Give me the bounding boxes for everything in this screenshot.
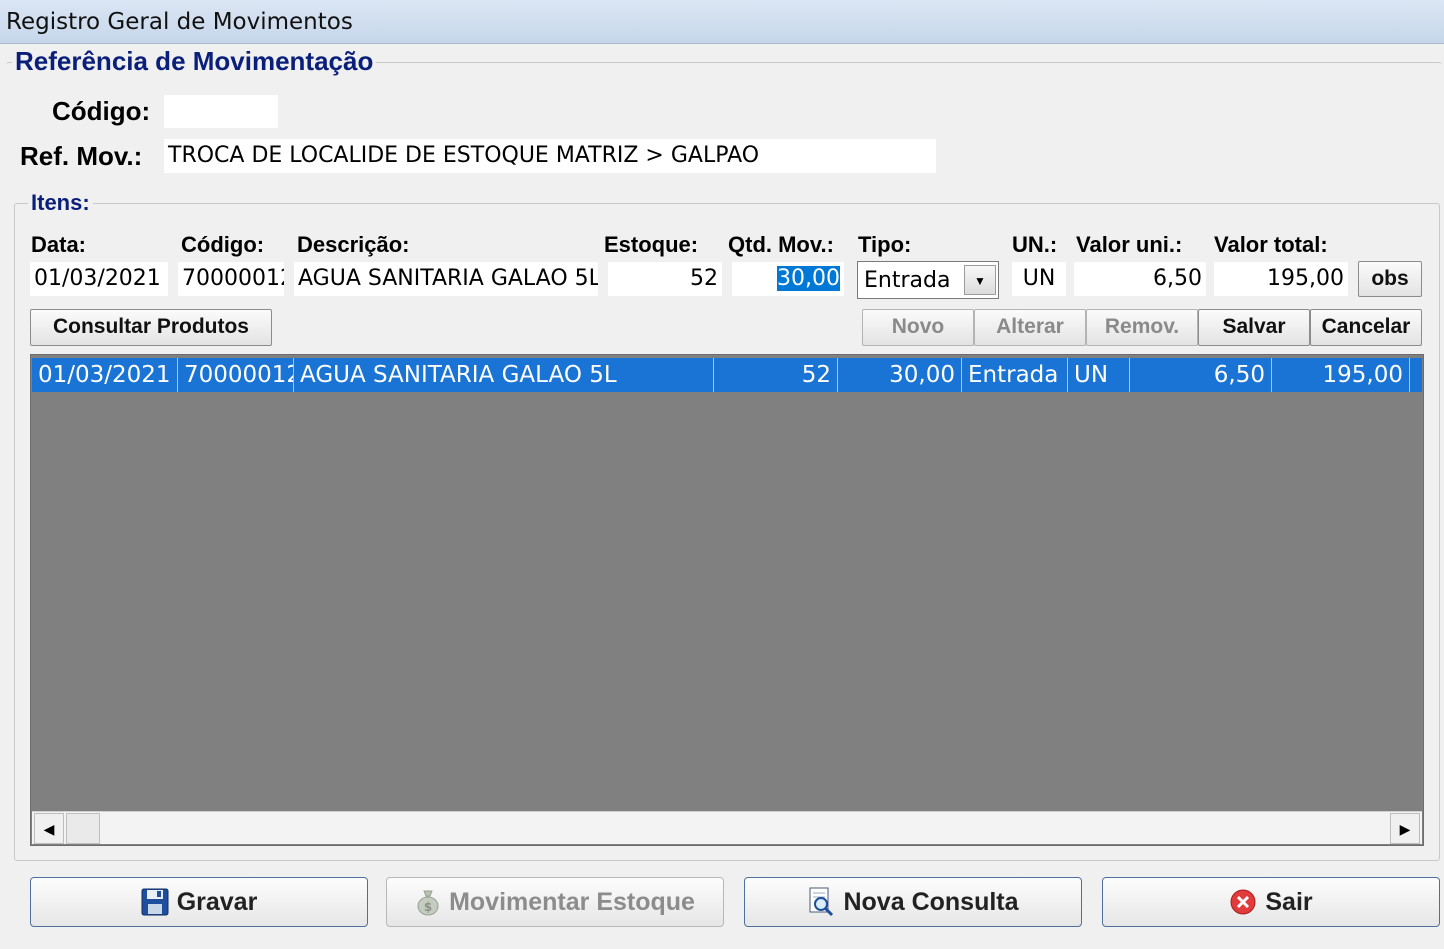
window-title: Registro Geral de Movimentos: [0, 0, 1444, 44]
row-valor-uni: 6,50: [1130, 358, 1272, 392]
row-data: 01/03/2021: [32, 358, 178, 392]
money-bag-icon: $: [417, 890, 439, 916]
estoque-label: Estoque:: [604, 232, 699, 257]
remov-button[interactable]: Remov.: [1086, 309, 1198, 346]
gravar-label: Gravar: [176, 888, 258, 916]
valor-total-input[interactable]: 195,00: [1214, 262, 1348, 296]
nova-consulta-button[interactable]: Nova Consulta: [744, 877, 1082, 927]
descricao-label: Descrição:: [297, 232, 410, 257]
refmov-input[interactable]: TROCA DE LOCALIDE DE ESTOQUE MATRIZ > GA…: [164, 139, 936, 173]
consultar-produtos-button[interactable]: Consultar Produtos: [30, 309, 272, 346]
arrow-right-icon[interactable]: ▶: [1390, 813, 1420, 844]
sair-label: Sair: [1265, 888, 1313, 916]
tipo-selected-value: Entrada: [864, 268, 951, 293]
reference-group-legend: Referência de Movimentação: [12, 46, 377, 76]
items-grid[interactable]: 01/03/2021 70000012 AGUA SANITARIA GALAO…: [30, 354, 1424, 846]
gravar-button[interactable]: Gravar: [30, 877, 368, 927]
horizontal-scrollbar[interactable]: ◀ ▶: [32, 811, 1422, 844]
valor-uni-label: Valor uni.:: [1076, 232, 1183, 257]
row-codigo: 70000012: [178, 358, 294, 392]
sair-button[interactable]: Sair: [1102, 877, 1440, 927]
row-estoque: 52: [714, 358, 838, 392]
row-un: UN: [1068, 358, 1130, 392]
svg-text:$: $: [424, 900, 432, 914]
codigo-label: Código:: [52, 96, 151, 126]
item-codigo-input[interactable]: 70000012: [178, 262, 284, 296]
obs-button[interactable]: obs: [1358, 261, 1422, 297]
document-search-icon: [809, 887, 834, 917]
salvar-button[interactable]: Salvar: [1198, 309, 1310, 346]
un-input[interactable]: UN: [1012, 262, 1066, 296]
row-tipo: Entrada: [962, 358, 1068, 392]
row-descricao: AGUA SANITARIA GALAO 5L: [294, 358, 714, 392]
alterar-button[interactable]: Alterar: [974, 309, 1086, 346]
arrow-left-icon[interactable]: ◀: [34, 813, 64, 844]
valor-uni-input[interactable]: 6,50: [1074, 262, 1206, 296]
scrollbar-thumb[interactable]: [66, 813, 100, 844]
refmov-label: Ref. Mov.:: [20, 141, 143, 171]
novo-button[interactable]: Novo: [862, 309, 974, 346]
valor-total-label: Valor total:: [1214, 232, 1328, 257]
un-label: UN.:: [1012, 232, 1058, 257]
row-valor-total: 195,00: [1272, 358, 1410, 392]
qtd-mov-value: 30,00: [777, 266, 840, 291]
row-overflow-cell: [1410, 358, 1422, 392]
itens-group-legend: Itens:: [28, 190, 93, 216]
descricao-input[interactable]: AGUA SANITARIA GALAO 5L: [294, 262, 598, 296]
row-qtd: 30,00: [838, 358, 962, 392]
movimentar-estoque-label: Movimentar Estoque: [449, 888, 695, 916]
estoque-input[interactable]: 52: [608, 262, 722, 296]
movimentar-estoque-button[interactable]: $ Movimentar Estoque: [386, 877, 724, 927]
tipo-select[interactable]: Entrada ▼: [857, 261, 999, 299]
qtd-mov-input[interactable]: 30,00: [732, 262, 844, 296]
cancelar-button[interactable]: Cancelar: [1310, 309, 1422, 346]
data-input[interactable]: 01/03/2021: [30, 262, 168, 296]
close-circle-icon: [1230, 889, 1256, 915]
tipo-label: Tipo:: [858, 232, 912, 257]
data-label: Data:: [31, 232, 87, 257]
codigo-input[interactable]: [164, 95, 278, 128]
item-codigo-label: Código:: [181, 232, 265, 257]
chevron-down-icon[interactable]: ▼: [964, 265, 996, 295]
table-row[interactable]: 01/03/2021 70000012 AGUA SANITARIA GALAO…: [32, 358, 1422, 392]
qtd-mov-label: Qtd. Mov.:: [728, 232, 834, 257]
floppy-disk-icon: [141, 888, 169, 916]
nova-consulta-label: Nova Consulta: [843, 888, 1019, 916]
